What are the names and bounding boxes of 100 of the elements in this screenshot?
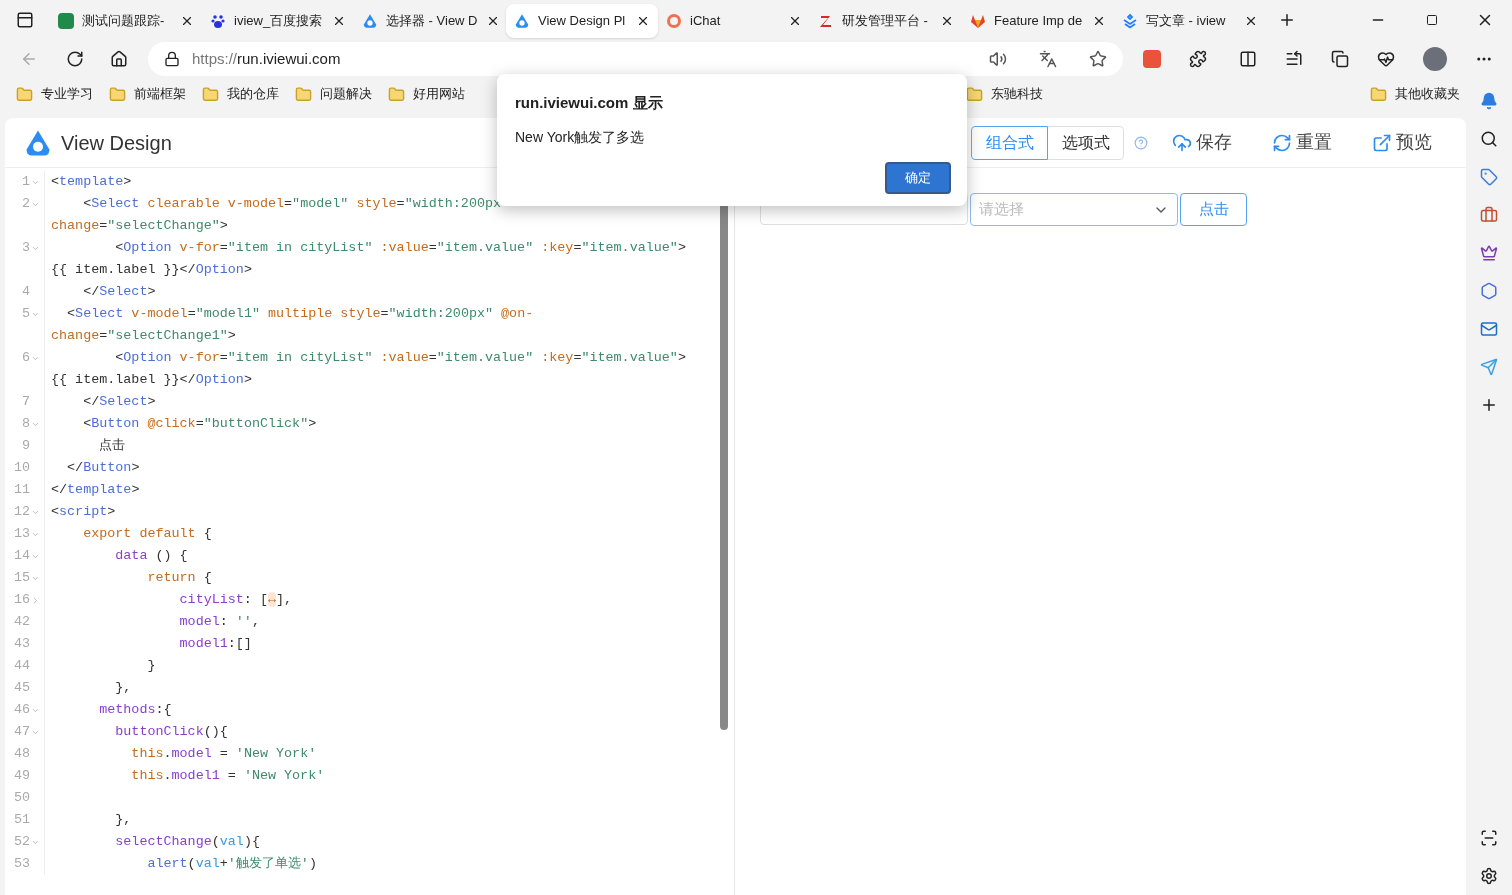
avatar[interactable] xyxy=(1423,47,1447,71)
new-tab-icon[interactable] xyxy=(1278,11,1296,29)
bookmark[interactable]: 东驰科技 xyxy=(958,84,1051,104)
refresh-icon[interactable] xyxy=(66,50,84,68)
line-number: 11 xyxy=(13,481,30,499)
tab-title: View Design Pl xyxy=(538,12,627,31)
line-number: 47 xyxy=(13,723,30,741)
code-line: change="selectChange"> xyxy=(50,217,228,235)
mail-icon[interactable] xyxy=(1480,320,1498,338)
dialog-title: run.iviewui.com 显示 xyxy=(515,93,664,113)
line-number: 49 xyxy=(13,767,30,785)
line-number: 44 xyxy=(13,657,30,675)
bell-icon[interactable] xyxy=(1480,92,1498,110)
toolbar-button[interactable]: 预览 xyxy=(1372,129,1432,156)
line-number: 4 xyxy=(21,283,30,301)
bookmark[interactable]: 问题解决 xyxy=(287,84,380,104)
favorite-icon[interactable] xyxy=(1089,50,1107,68)
browser-tab[interactable]: 选择器 - View D xyxy=(354,4,506,38)
restore-icon[interactable] xyxy=(1426,14,1438,26)
line-number: 45 xyxy=(13,679,30,697)
code-line: <script> xyxy=(50,503,116,521)
read-aloud-icon[interactable] xyxy=(989,50,1007,68)
line-number: 48 xyxy=(13,745,30,763)
settings-icon[interactable] xyxy=(1480,867,1498,885)
lock-icon[interactable] xyxy=(164,51,180,67)
code-line: selectChange(val){ xyxy=(114,833,260,851)
tab-title: Feature Imp de xyxy=(994,12,1084,31)
line-number: 5 xyxy=(21,305,30,323)
toolbar-button[interactable]: 保存 xyxy=(1172,129,1232,156)
line-number: 14 xyxy=(13,547,30,565)
line-number: 46 xyxy=(13,701,30,719)
extensions-icon[interactable] xyxy=(1189,50,1207,68)
health-icon[interactable] xyxy=(1377,50,1395,68)
browser-tab[interactable]: iChat xyxy=(658,4,810,38)
browser-tab[interactable]: View Design Pl xyxy=(506,4,658,38)
bookmark[interactable]: 专业学习 xyxy=(8,84,101,104)
browser-tab[interactable]: 测试问题跟踪- xyxy=(50,4,202,38)
tab-actions-icon[interactable] xyxy=(16,11,34,29)
mode-tab[interactable]: 选项式 xyxy=(1047,125,1124,160)
app-title: View Design xyxy=(61,130,172,156)
code-line: {{ item.label }}</Option> xyxy=(50,261,252,279)
tag-icon[interactable] xyxy=(1480,168,1498,186)
hexagon-icon[interactable] xyxy=(1480,282,1498,300)
bookmark[interactable]: 前端框架 xyxy=(101,84,194,104)
translate-icon[interactable] xyxy=(1039,50,1057,68)
logo-icon xyxy=(818,13,834,29)
code-line: cityList: [↔], xyxy=(178,591,293,609)
bookmark[interactable]: 我的仓库 xyxy=(194,84,287,104)
code-line: data () { xyxy=(114,547,188,565)
code-line: model1:[] xyxy=(178,635,252,653)
tab-title: 选择器 - View D xyxy=(386,12,478,31)
code-line: </Select> xyxy=(82,393,156,411)
folder-icon xyxy=(1370,85,1387,103)
bookmark[interactable]: 好用网站 xyxy=(380,84,473,104)
home-icon[interactable] xyxy=(110,50,128,68)
collections-icon[interactable] xyxy=(1331,50,1349,68)
click-button[interactable]: 点击 xyxy=(1180,193,1247,226)
line-number: 52 xyxy=(13,833,30,851)
ok-button[interactable]: 确定 xyxy=(885,161,951,194)
code-line: this.model = 'New York' xyxy=(130,745,317,763)
droplet-logo-icon xyxy=(362,13,378,29)
code-line: <Select v-model="model1" multiple style="width:200px" @on- xyxy=(66,305,534,323)
browser-tab[interactable]: iview_百度搜索 xyxy=(202,4,354,38)
paw-icon xyxy=(210,13,226,29)
send-icon[interactable] xyxy=(1480,358,1498,376)
browser-tab[interactable]: 写文章 - iview xyxy=(1114,4,1266,38)
split-screen-icon[interactable] xyxy=(1239,50,1257,68)
code-line: model: '', xyxy=(178,613,260,631)
code-line: }, xyxy=(114,811,132,829)
tab-title: iChat xyxy=(690,12,722,31)
close-icon[interactable] xyxy=(332,14,346,28)
favorites-icon[interactable] xyxy=(1285,50,1303,68)
add-icon[interactable] xyxy=(1480,396,1498,414)
search-icon[interactable] xyxy=(1480,130,1498,148)
close-icon[interactable] xyxy=(1244,14,1258,28)
close-icon[interactable] xyxy=(940,14,954,28)
line-number: 53 xyxy=(13,855,30,873)
code-line: <Option v-for="item in cityList" :value="item.value" :key="item.value"> xyxy=(114,239,686,257)
browser-tab[interactable]: Feature Imp de xyxy=(962,4,1114,38)
close-icon[interactable] xyxy=(180,14,194,28)
browser-tab[interactable]: 研发管理平台 - xyxy=(810,4,962,38)
line-number: 7 xyxy=(21,393,30,411)
toolbar-button[interactable]: 重置 xyxy=(1272,129,1332,156)
close-icon[interactable] xyxy=(1092,14,1106,28)
screenshot-icon[interactable] xyxy=(1480,829,1498,847)
line-number: 12 xyxy=(13,503,30,521)
code-line: {{ item.label }}</Option> xyxy=(50,371,252,389)
bookmark[interactable]: 其他收藏夹 xyxy=(1362,84,1468,104)
code-line: <Button @click="buttonClick"> xyxy=(82,415,317,433)
chess-piece-icon[interactable] xyxy=(1480,244,1498,262)
briefcase-icon[interactable] xyxy=(1480,206,1498,224)
close-icon[interactable] xyxy=(636,14,650,28)
url-text: https://run.iviewui.com xyxy=(192,48,341,69)
line-number: 15 xyxy=(13,569,30,587)
line-number: 1 xyxy=(21,173,30,191)
tab-title: 测试问题跟踪- xyxy=(82,12,166,31)
address-bar[interactable]: https://run.iviewui.com xyxy=(148,42,1123,76)
code-line: }, xyxy=(114,679,132,697)
code-line: methods:{ xyxy=(98,701,172,719)
close-icon[interactable] xyxy=(788,14,802,28)
